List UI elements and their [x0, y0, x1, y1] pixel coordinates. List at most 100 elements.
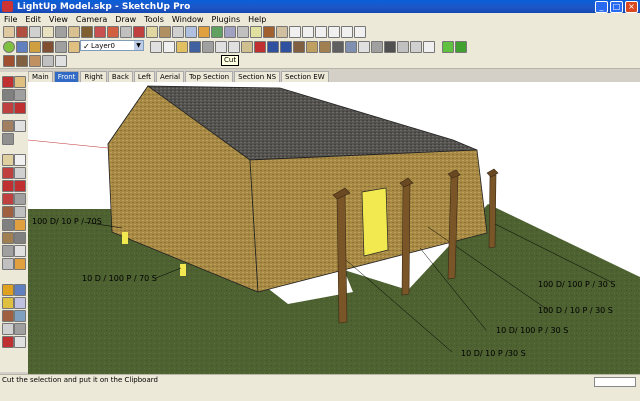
previous-icon[interactable]: [14, 102, 26, 114]
previous-view-icon[interactable]: [263, 26, 275, 38]
move-tool-icon[interactable]: [94, 26, 106, 38]
right-view-icon[interactable]: [315, 26, 327, 38]
pencil-tool-icon[interactable]: [16, 26, 28, 38]
menu-camera[interactable]: Camera: [72, 15, 111, 24]
3d-scene[interactable]: 100 D/ 10 P / 70S 10 D / 100 P / 70 S 10…: [28, 82, 640, 374]
menu-file[interactable]: File: [0, 15, 21, 24]
zoom-window-icon[interactable]: [14, 89, 26, 101]
scene-tab-section-ew[interactable]: Section EW: [281, 71, 329, 82]
zoom-icon[interactable]: [2, 89, 14, 101]
walk-tool-icon[interactable]: [2, 133, 14, 145]
scene-tab-aerial[interactable]: Aerial: [156, 71, 185, 82]
left-select-tool-icon[interactable]: [2, 154, 14, 166]
stamp-tool-icon[interactable]: [16, 55, 28, 67]
layers-icon[interactable]: [68, 41, 80, 53]
minimize-button[interactable]: _: [595, 1, 608, 13]
dimension-tool-icon[interactable]: [172, 26, 184, 38]
lightup-export-icon[interactable]: [14, 310, 26, 322]
materials-icon[interactable]: [42, 41, 54, 53]
zoom-extents-icon[interactable]: [2, 102, 14, 114]
make-component-icon[interactable]: [55, 41, 67, 53]
share-model-icon[interactable]: [16, 41, 28, 53]
menu-draw[interactable]: Draw: [111, 15, 140, 24]
menu-tools[interactable]: Tools: [140, 15, 168, 24]
arc-tool-icon[interactable]: [55, 26, 67, 38]
chevron-down-icon[interactable]: ▼: [134, 41, 143, 50]
measurements-box[interactable]: [594, 377, 636, 387]
close-button[interactable]: ×: [625, 1, 638, 13]
lightup-options-icon[interactable]: [14, 323, 26, 335]
section-plane-icon[interactable]: [319, 41, 331, 53]
layer-manager-icon[interactable]: [150, 41, 162, 53]
look-around-icon[interactable]: [14, 120, 26, 132]
menu-help[interactable]: Help: [244, 15, 270, 24]
shaded-textures-style-icon[interactable]: [384, 41, 396, 53]
scene-tab-front[interactable]: Front: [53, 71, 80, 82]
left-circle-tool-icon[interactable]: [14, 206, 26, 218]
left-arc-tool-icon[interactable]: [14, 219, 26, 231]
menu-view[interactable]: View: [45, 15, 72, 24]
model-info-icon[interactable]: [293, 41, 305, 53]
lightup-tour-icon[interactable]: [2, 310, 14, 322]
shadows-icon[interactable]: [410, 41, 422, 53]
lightup-light-icon[interactable]: [2, 284, 14, 296]
save-file-icon[interactable]: [189, 41, 201, 53]
layer-dropdown[interactable]: ✓ Layer0 ▼: [80, 40, 144, 51]
left-polygon-tool-icon[interactable]: [2, 219, 14, 231]
offset-tool-icon[interactable]: [146, 26, 158, 38]
left-followme-tool-icon[interactable]: [14, 232, 26, 244]
push-pull-tool-icon[interactable]: [81, 26, 93, 38]
left-text-tool-icon[interactable]: [14, 258, 26, 270]
scene-tab-main[interactable]: Main: [28, 71, 53, 82]
zoom-extents-tool-icon[interactable]: [250, 26, 262, 38]
orbit-tool-icon[interactable]: [2, 76, 14, 88]
lightup-bulb-icon[interactable]: [2, 297, 14, 309]
delete-icon[interactable]: [254, 41, 266, 53]
cut-icon[interactable]: [215, 41, 227, 53]
left-dimension-tool-icon[interactable]: [14, 245, 26, 257]
iso-view-icon[interactable]: [276, 26, 288, 38]
left-rectangle-tool-icon[interactable]: [2, 206, 14, 218]
back-view-icon[interactable]: [328, 26, 340, 38]
scale-tool-icon[interactable]: [133, 26, 145, 38]
redo-icon[interactable]: [280, 41, 292, 53]
left-rotate-tool-icon[interactable]: [14, 180, 26, 192]
zoom-window-tool-icon[interactable]: [237, 26, 249, 38]
zoom-tool-icon[interactable]: [224, 26, 236, 38]
lightup-render-icon[interactable]: [442, 41, 454, 53]
maximize-button[interactable]: □: [610, 1, 623, 13]
circle-tool-icon[interactable]: [42, 26, 54, 38]
scene-tab-right[interactable]: Right: [80, 71, 107, 82]
flip-edge-tool-icon[interactable]: [55, 55, 67, 67]
scene-tab-top-section[interactable]: Top Section: [185, 71, 234, 82]
paint-bucket-icon[interactable]: [306, 41, 318, 53]
protractor-tool-icon[interactable]: [185, 26, 197, 38]
top-view-icon[interactable]: [289, 26, 301, 38]
xray-style-icon[interactable]: [332, 41, 344, 53]
shaded-style-icon[interactable]: [371, 41, 383, 53]
sandbox-tool-icon[interactable]: [3, 55, 15, 67]
left-protractor-tool-icon[interactable]: [2, 258, 14, 270]
house-view-icon[interactable]: [354, 26, 366, 38]
text-tool-icon[interactable]: [198, 26, 210, 38]
left-scale-tool-icon[interactable]: [2, 193, 14, 205]
add-detail-tool-icon[interactable]: [42, 55, 54, 67]
left-move-tool-icon[interactable]: [2, 180, 14, 192]
lightup-info-icon[interactable]: [14, 336, 26, 348]
undo-icon[interactable]: [267, 41, 279, 53]
left-pushpull-tool-icon[interactable]: [2, 232, 14, 244]
print-icon[interactable]: [202, 41, 214, 53]
paste-icon[interactable]: [241, 41, 253, 53]
menu-edit[interactable]: Edit: [21, 15, 45, 24]
copy-icon[interactable]: [228, 41, 240, 53]
drape-tool-icon[interactable]: [29, 55, 41, 67]
rectangle-tool-icon[interactable]: [29, 26, 41, 38]
select-tool-icon[interactable]: [3, 26, 15, 38]
wireframe-style-icon[interactable]: [345, 41, 357, 53]
left-paint-tool-icon[interactable]: [2, 167, 14, 179]
scene-tab-back[interactable]: Back: [107, 71, 133, 82]
left-offset-tool-icon[interactable]: [14, 193, 26, 205]
left-eraser-tool-icon[interactable]: [14, 154, 26, 166]
position-camera-icon[interactable]: [2, 120, 14, 132]
menu-plugins[interactable]: Plugins: [207, 15, 244, 24]
